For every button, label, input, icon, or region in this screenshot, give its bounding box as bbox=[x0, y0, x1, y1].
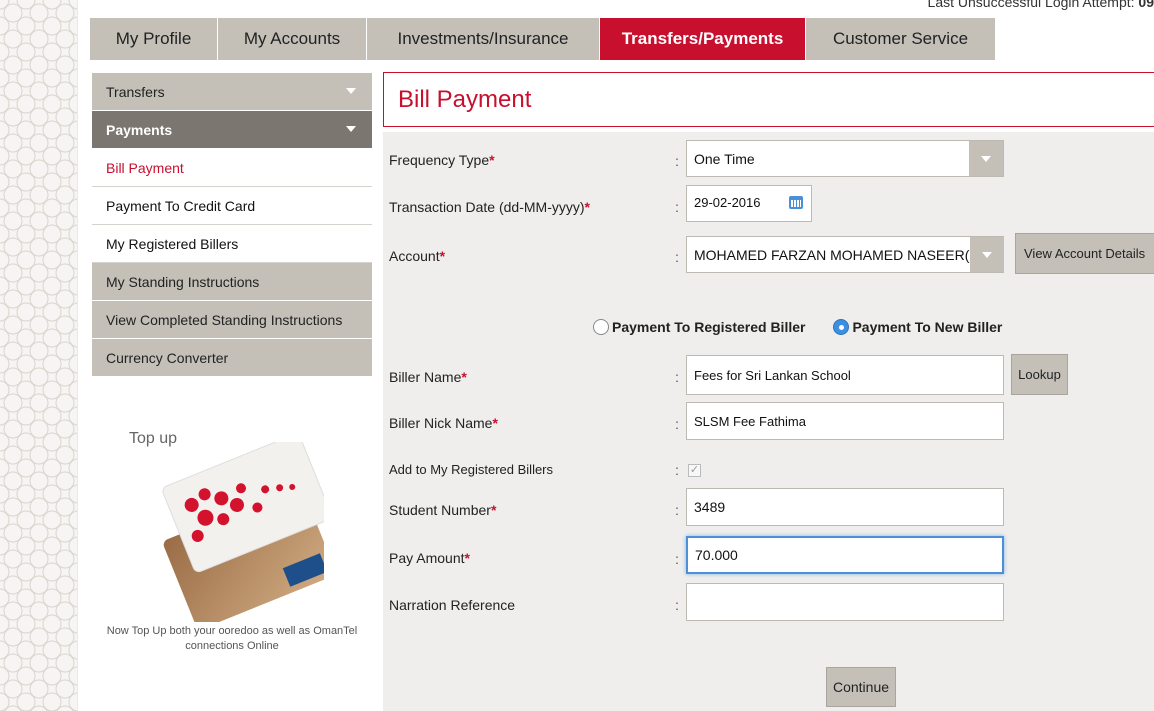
tab-transfers-payments[interactable]: Transfers/Payments bbox=[600, 18, 806, 60]
last-login-value: 09 bbox=[1138, 0, 1154, 10]
radio-new-biller[interactable] bbox=[833, 319, 850, 335]
sidebar-item-view-completed-standing-instructions[interactable]: View Completed Standing Instructions bbox=[92, 301, 372, 339]
transaction-date-input[interactable]: 29-02-2016 bbox=[686, 185, 812, 222]
required-mark: * bbox=[584, 199, 590, 215]
transaction-date-value: 29-02-2016 bbox=[694, 195, 761, 210]
sidebar-item-payment-to-credit-card[interactable]: Payment To Credit Card bbox=[92, 187, 372, 225]
bill-payment-form: Frequency Type* : One Time Transaction D… bbox=[383, 132, 1154, 711]
chevron-down-icon bbox=[970, 237, 1004, 272]
sidebar-item-my-standing-instructions[interactable]: My Standing Instructions bbox=[92, 263, 372, 301]
sidebar-item-bill-payment[interactable]: Bill Payment bbox=[92, 149, 372, 187]
add-registered-billers-checkbox[interactable]: ✓ bbox=[688, 464, 701, 477]
sidebar-item-my-registered-billers[interactable]: My Registered Billers bbox=[92, 225, 372, 263]
promo-text: Now Top Up both your ooredoo as well as … bbox=[106, 625, 358, 652]
sidebar-item-label: Payments bbox=[106, 121, 173, 138]
view-account-details-button[interactable]: View Account Details bbox=[1015, 233, 1154, 274]
radio-new-label[interactable]: Payment To New Biller bbox=[852, 319, 1002, 335]
chevron-down-icon bbox=[346, 126, 356, 132]
account-select[interactable]: MOHAMED FARZAN MOHAMED NASEER( bbox=[686, 236, 1004, 273]
narration-reference-input[interactable] bbox=[686, 583, 1004, 621]
required-mark: * bbox=[464, 550, 470, 566]
biller-nick-name-label: Biller Nick Name* bbox=[389, 415, 498, 431]
chevron-down-icon bbox=[969, 141, 1003, 176]
student-number-input[interactable]: 3489 bbox=[686, 488, 1004, 526]
frequency-type-label: Frequency Type* bbox=[389, 152, 495, 168]
required-mark: * bbox=[439, 248, 446, 264]
tab-my-accounts[interactable]: My Accounts bbox=[218, 18, 367, 60]
add-registered-billers-label: Add to My Registered Billers bbox=[389, 462, 554, 477]
decorative-pattern bbox=[0, 0, 78, 711]
tab-investments-insurance[interactable]: Investments/Insurance bbox=[367, 18, 600, 60]
colon: : bbox=[675, 597, 679, 613]
radio-registered-biller[interactable] bbox=[593, 319, 609, 335]
sidebar-item-currency-converter[interactable]: Currency Converter bbox=[92, 339, 372, 377]
calendar-icon[interactable] bbox=[789, 196, 803, 209]
page-title-box: Bill Payment bbox=[383, 72, 1154, 127]
colon: : bbox=[675, 416, 679, 432]
colon: : bbox=[675, 369, 679, 385]
tab-my-profile[interactable]: My Profile bbox=[90, 18, 218, 60]
pay-amount-label: Pay Amount* bbox=[389, 550, 470, 566]
colon: : bbox=[675, 199, 679, 215]
required-mark: * bbox=[461, 369, 467, 385]
main-tabs: My Profile My Accounts Investments/Insur… bbox=[90, 18, 996, 60]
payee-type-radio-group: Payment To Registered Biller Payment To … bbox=[593, 319, 1002, 335]
biller-name-label: Biller Name* bbox=[389, 369, 467, 385]
colon: : bbox=[675, 502, 679, 518]
required-mark: * bbox=[492, 415, 498, 431]
colon: : bbox=[675, 551, 679, 567]
sidebar-item-transfers[interactable]: Transfers bbox=[92, 73, 372, 111]
account-label: Account* bbox=[389, 248, 446, 264]
page-title: Bill Payment bbox=[398, 85, 532, 113]
colon: : bbox=[675, 249, 679, 265]
colon: : bbox=[675, 153, 679, 169]
pay-amount-input[interactable]: 70.000 bbox=[686, 536, 1004, 574]
tab-customer-service[interactable]: Customer Service bbox=[806, 18, 996, 60]
topup-card-image bbox=[162, 442, 324, 622]
radio-registered-label[interactable]: Payment To Registered Biller bbox=[612, 319, 805, 335]
transaction-date-label: Transaction Date (dd-MM-yyyy)* bbox=[389, 199, 590, 215]
last-login-info: Last Unsuccessful Login Attempt: 09 bbox=[928, 0, 1154, 10]
sidebar-item-label: Transfers bbox=[106, 83, 165, 100]
biller-nick-name-input[interactable]: SLSM Fee Fathima bbox=[686, 402, 1004, 440]
required-mark: * bbox=[490, 502, 497, 518]
account-value: MOHAMED FARZAN MOHAMED NASEER( bbox=[694, 246, 970, 263]
sidebar-item-payments[interactable]: Payments bbox=[92, 111, 372, 149]
last-login-label: Last Unsuccessful Login Attempt: bbox=[927, 0, 1135, 10]
narration-reference-label: Narration Reference bbox=[389, 597, 516, 613]
continue-button[interactable]: Continue bbox=[826, 667, 896, 707]
frequency-type-select[interactable]: One Time bbox=[686, 140, 1004, 177]
colon: : bbox=[675, 462, 679, 478]
chevron-down-icon bbox=[346, 88, 356, 94]
sidebar: Transfers Payments Bill Payment Payment … bbox=[92, 73, 372, 377]
lookup-button[interactable]: Lookup bbox=[1011, 354, 1068, 395]
biller-name-input[interactable]: Fees for Sri Lankan School bbox=[686, 355, 1004, 395]
frequency-type-value: One Time bbox=[694, 150, 755, 167]
required-mark: * bbox=[489, 152, 495, 168]
lattice-pattern-icon bbox=[0, 0, 77, 711]
student-number-label: Student Number* bbox=[389, 502, 497, 518]
